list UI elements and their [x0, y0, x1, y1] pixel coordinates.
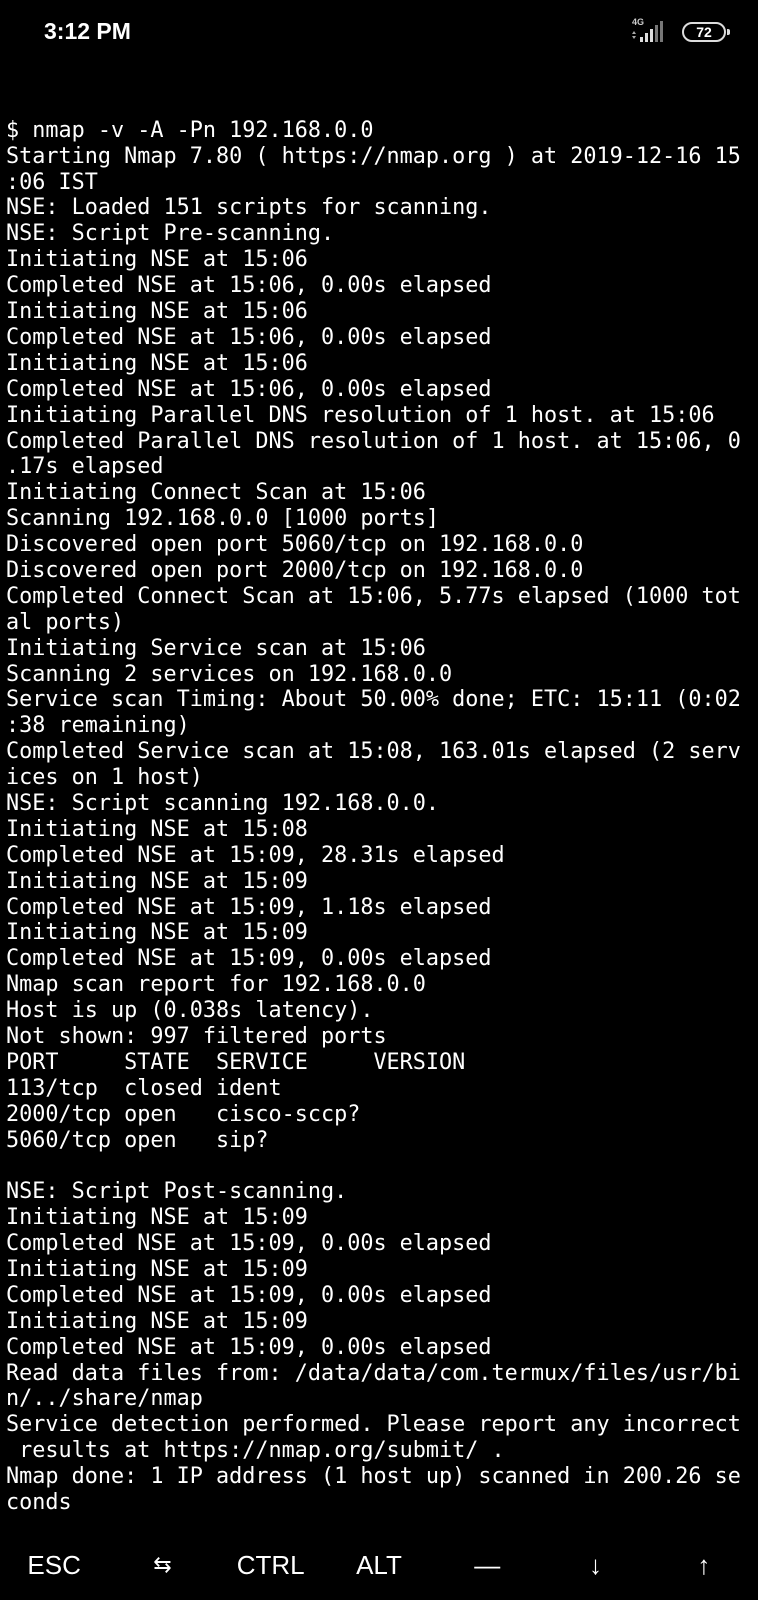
terminal-line: Service detection performed. Please repo… — [6, 1412, 741, 1438]
esc-key[interactable]: ESC — [0, 1530, 108, 1600]
terminal-line: Discovered open port 5060/tcp on 192.168… — [6, 532, 584, 558]
terminal-line: 113/tcp closed ident — [6, 1075, 282, 1101]
terminal-line: Host is up (0.038s latency). — [6, 998, 374, 1024]
arrow-up-key[interactable]: ↑ — [650, 1530, 758, 1600]
terminal-line: Completed NSE at 15:09, 0.00s elapsed — [6, 1334, 492, 1360]
status-time: 3:12 PM — [44, 18, 131, 44]
terminal-line: Completed Connect Scan at 15:06, 5.77s e… — [6, 583, 741, 609]
terminal-line: Initiating NSE at 15:09 — [6, 1205, 308, 1231]
terminal-line: Completed NSE at 15:09, 0.00s elapsed — [6, 1282, 492, 1308]
terminal-line: NSE: Script scanning 192.168.0.0. — [6, 790, 440, 816]
terminal-line: Initiating Connect Scan at 15:06 — [6, 480, 426, 506]
terminal-line: 2000/tcp open cisco-sccp? — [6, 1101, 361, 1127]
terminal-line: Initiating NSE at 15:09 — [6, 920, 308, 946]
cellular-signal-icon: 4G — [628, 17, 670, 44]
terminal-line: Completed Parallel DNS resolution of 1 h… — [6, 428, 741, 454]
terminal-line: Completed NSE at 15:09, 1.18s elapsed — [6, 894, 492, 920]
terminal-line: results at https://nmap.org/submit/ . — [6, 1438, 505, 1464]
network-type-label: 4G — [632, 17, 645, 27]
terminal-line: Completed NSE at 15:06, 0.00s elapsed — [6, 376, 492, 402]
terminal-line: Not shown: 997 filtered ports — [6, 1023, 387, 1049]
battery-level: 72 — [696, 24, 712, 40]
terminal-line: Nmap scan report for 192.168.0.0 — [6, 972, 426, 998]
terminal-line: Initiating NSE at 15:09 — [6, 868, 308, 894]
terminal-line: Initiating Service scan at 15:06 — [6, 635, 426, 661]
terminal-output[interactable]: $ nmap -v -A -Pn 192.168.0.0 Starting Nma… — [6, 66, 752, 1514]
terminal-line: $ nmap -v -A -Pn 192.168.0.0 — [6, 117, 374, 143]
ctrl-key[interactable]: CTRL — [217, 1530, 325, 1600]
terminal-line: Completed Service scan at 15:08, 163.01s… — [6, 739, 741, 765]
terminal-line: Initiating NSE at 15:06 — [6, 350, 308, 376]
extra-keys-bar: ESC ⇆ CTRL ALT — ↓ ↑ — [0, 1530, 758, 1600]
terminal-line: Discovered open port 2000/tcp on 192.168… — [6, 557, 584, 583]
terminal-line: NSE: Script Pre-scanning. — [6, 221, 335, 247]
status-icons: 4G 72 — [628, 17, 730, 44]
battery-icon: 72 — [682, 22, 730, 42]
terminal-line: ices on 1 host) — [6, 765, 203, 791]
terminal-line: Completed NSE at 15:06, 0.00s elapsed — [6, 324, 492, 350]
status-bar: 3:12 PM 4G 72 — [0, 0, 758, 66]
terminal-line: Completed NSE at 15:09, 0.00s elapsed — [6, 1231, 492, 1257]
terminal-line: 5060/tcp open sip? — [6, 1127, 269, 1153]
terminal-line: Initiating NSE at 15:09 — [6, 1308, 308, 1334]
terminal-line: :38 remaining) — [6, 713, 190, 739]
terminal-line: NSE: Script Post-scanning. — [6, 1179, 348, 1205]
terminal-line: Completed NSE at 15:06, 0.00s elapsed — [6, 273, 492, 299]
terminal-line: :06 IST — [6, 169, 98, 195]
terminal-line: al ports) — [6, 609, 125, 635]
terminal-line: n/../share/nmap — [6, 1386, 203, 1412]
terminal-line: PORT STATE SERVICE VERSION — [6, 1049, 466, 1075]
terminal-line: Initiating NSE at 15:06 — [6, 247, 308, 273]
terminal-line: .17s elapsed — [6, 454, 164, 480]
terminal-line: Completed NSE at 15:09, 0.00s elapsed — [6, 946, 492, 972]
arrow-down-key[interactable]: ↓ — [541, 1530, 649, 1600]
terminal-line: Scanning 2 services on 192.168.0.0 — [6, 661, 453, 687]
terminal-line: Scanning 192.168.0.0 [1000 ports] — [6, 506, 440, 532]
terminal-line: Initiating NSE at 15:08 — [6, 816, 308, 842]
terminal-line: Nmap done: 1 IP address (1 host up) scan… — [6, 1464, 741, 1490]
terminal-line: Service scan Timing: About 50.00% done; … — [6, 687, 741, 713]
terminal-line: conds — [6, 1490, 72, 1514]
terminal-line: Starting Nmap 7.80 ( https://nmap.org ) … — [6, 143, 741, 169]
terminal-line: Read data files from: /data/data/com.ter… — [6, 1360, 741, 1386]
terminal-lines: $ nmap -v -A -Pn 192.168.0.0 Starting Nma… — [6, 118, 752, 1514]
terminal-line: Completed NSE at 15:09, 28.31s elapsed — [6, 842, 505, 868]
alt-key[interactable]: ALT — [325, 1530, 433, 1600]
terminal-line: Initiating Parallel DNS resolution of 1 … — [6, 402, 715, 428]
terminal-line: NSE: Loaded 151 scripts for scanning. — [6, 195, 492, 221]
terminal-line: Initiating NSE at 15:09 — [6, 1257, 308, 1282]
tab-key[interactable]: ⇆ — [108, 1530, 216, 1600]
terminal-line: Initiating NSE at 15:06 — [6, 299, 308, 325]
dash-key[interactable]: — — [433, 1530, 541, 1600]
